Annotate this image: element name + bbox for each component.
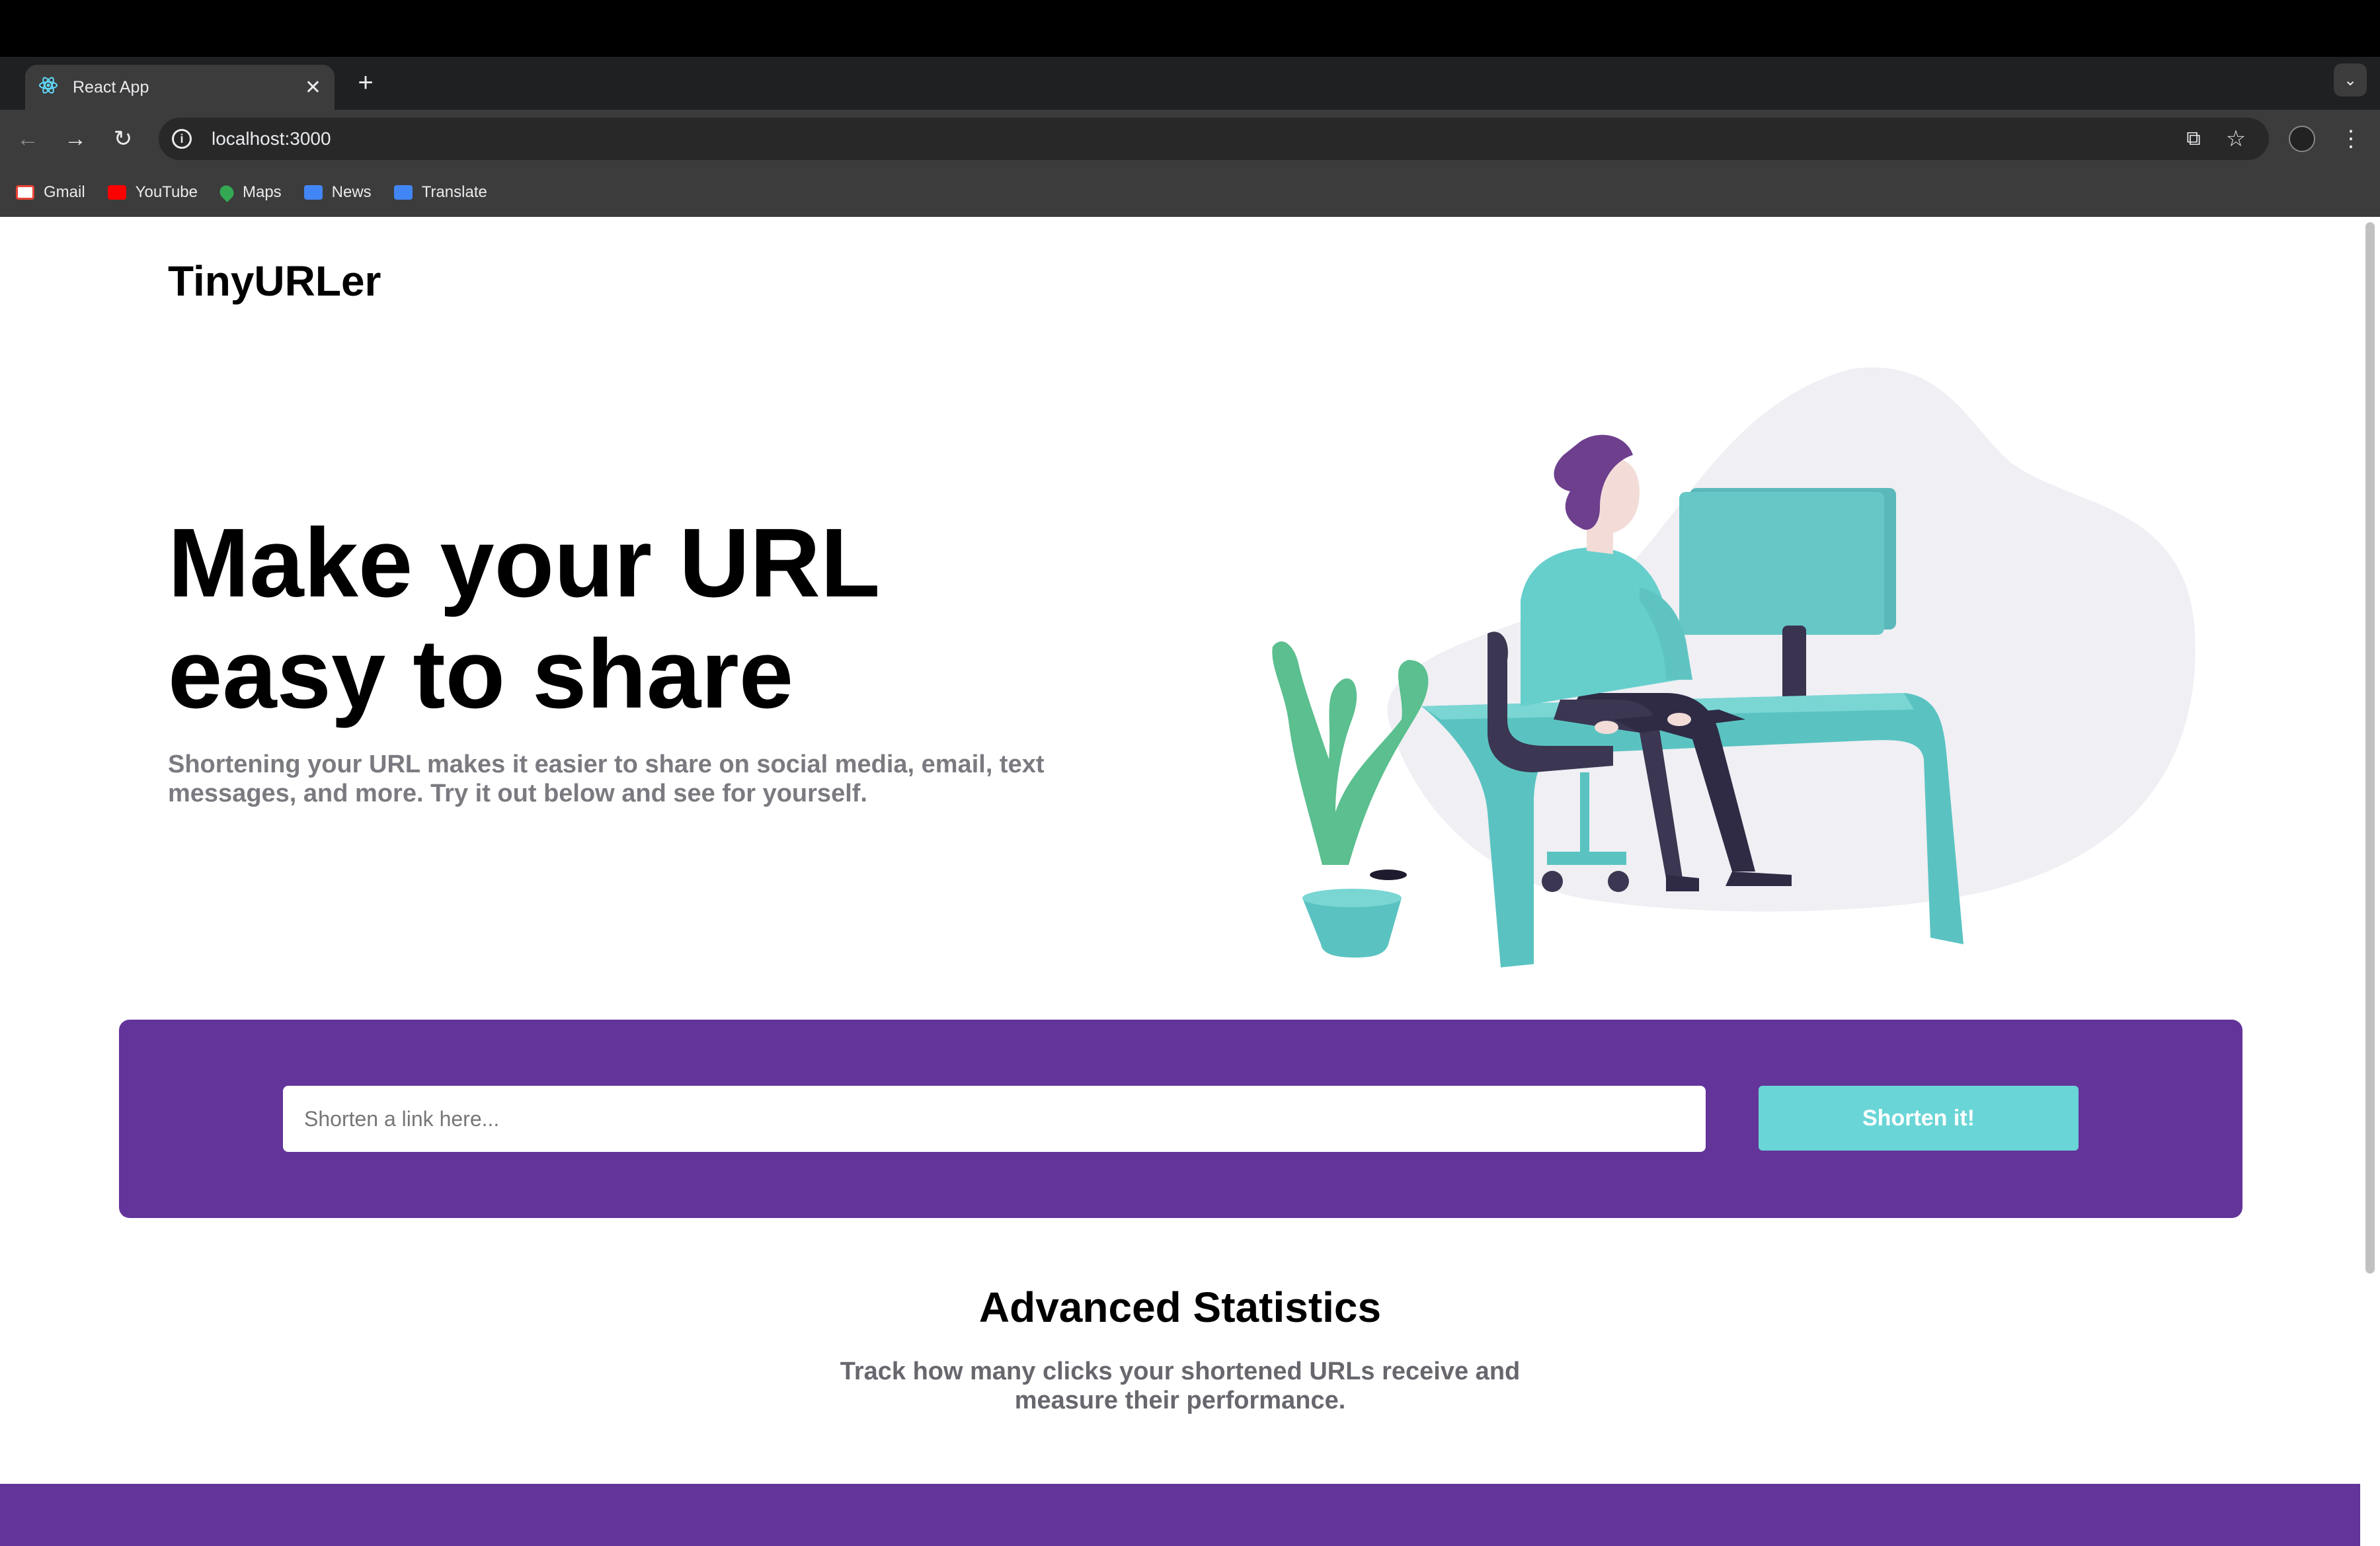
bookmark-news[interactable]: News bbox=[303, 183, 372, 202]
scrollbar-thumb[interactable] bbox=[2365, 222, 2375, 1274]
tab-strip: React App ✕ + ⌄ bbox=[0, 57, 2380, 110]
os-top-bar bbox=[0, 0, 2380, 57]
stats-heading: Advanced Statistics bbox=[978, 1283, 1382, 1331]
address-bar[interactable]: i localhost:3000 bbox=[159, 118, 2269, 160]
install-app-icon[interactable]: ⧉ bbox=[2179, 124, 2208, 153]
browser-tab[interactable]: React App ✕ bbox=[25, 65, 335, 110]
shorten-button[interactable]: Shorten it! bbox=[1759, 1086, 2079, 1151]
youtube-icon bbox=[107, 185, 126, 200]
bookmark-label: Gmail bbox=[44, 183, 85, 201]
shortener-panel: Shorten it! bbox=[119, 1020, 2242, 1218]
bookmark-label: News bbox=[331, 183, 372, 201]
bookmark-translate[interactable]: Translate bbox=[393, 183, 487, 202]
close-tab-icon[interactable]: ✕ bbox=[305, 76, 321, 99]
bookmarks-bar: Gmail YouTube Maps News Translate bbox=[0, 168, 2380, 217]
reload-icon[interactable]: ↻ bbox=[108, 124, 138, 153]
gmail-icon bbox=[16, 185, 34, 200]
browser-toolbar: ← → ↻ i localhost:3000 ⧉ ☆ ⋮ bbox=[0, 110, 2380, 168]
bookmark-label: Maps bbox=[242, 183, 282, 201]
stats-description: Track how many clicks your shortened URL… bbox=[840, 1358, 1521, 1414]
maps-pin-icon bbox=[217, 183, 237, 202]
new-tab-icon[interactable]: + bbox=[349, 66, 382, 99]
more-menu-icon[interactable]: ⋮ bbox=[2336, 124, 2365, 153]
back-arrow-icon[interactable]: ← bbox=[13, 124, 42, 153]
stats-section-band bbox=[0, 1484, 2360, 1546]
react-icon bbox=[38, 75, 58, 100]
address-url: localhost:3000 bbox=[212, 128, 331, 149]
tab-title: React App bbox=[73, 77, 149, 97]
tab-search-chevron-icon[interactable]: ⌄ bbox=[2334, 63, 2367, 97]
news-icon bbox=[303, 185, 323, 200]
hero-illustration bbox=[1272, 367, 2196, 967]
bookmark-label: YouTube bbox=[135, 183, 198, 201]
profile-avatar[interactable] bbox=[2289, 126, 2315, 152]
hero-title: Make your URL easy to share bbox=[168, 509, 879, 729]
bookmark-label: Translate bbox=[421, 183, 487, 201]
site-info-icon[interactable]: i bbox=[172, 129, 192, 149]
translate-icon bbox=[393, 185, 413, 200]
page-viewport: TinyURLer Make your URL easy to share Sh… bbox=[0, 217, 2360, 1546]
bookmark-maps[interactable]: Maps bbox=[217, 183, 282, 202]
bookmark-gmail[interactable]: Gmail bbox=[16, 183, 85, 202]
site-logo[interactable]: TinyURLer bbox=[168, 257, 381, 305]
bookmark-star-icon[interactable]: ☆ bbox=[2221, 124, 2250, 153]
hero-description: Shortening your URL makes it easier to s… bbox=[168, 751, 1045, 807]
bookmark-youtube[interactable]: YouTube bbox=[107, 183, 198, 202]
forward-arrow-icon[interactable]: → bbox=[61, 124, 90, 153]
shorten-link-input[interactable] bbox=[283, 1086, 1706, 1152]
